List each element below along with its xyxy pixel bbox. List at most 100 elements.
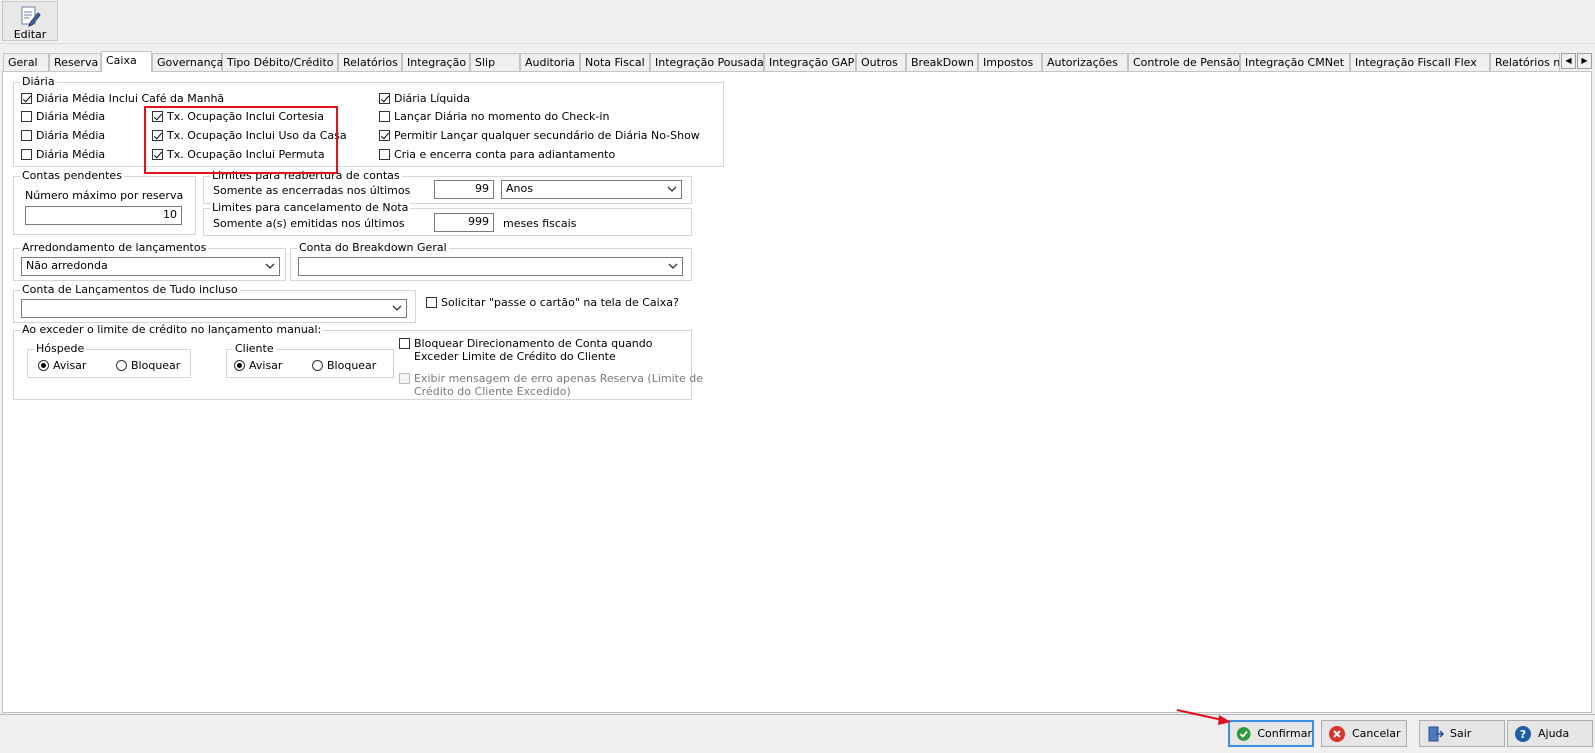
breakdown-title: Conta do Breakdown Geral: [297, 241, 449, 254]
cancel-button[interactable]: Cancelar: [1321, 720, 1407, 747]
tab-geral[interactable]: Geral: [3, 53, 49, 71]
checkbox-box[interactable]: [379, 130, 390, 141]
chevron-down-icon: [668, 263, 678, 269]
help-button[interactable]: ? Ajuda: [1507, 720, 1593, 747]
cliente-avisar-radio[interactable]: Avisar: [234, 359, 282, 372]
checkbox-box[interactable]: [21, 93, 32, 104]
chevron-down-icon: [392, 305, 402, 311]
tab-integracao-fiscall-flex[interactable]: Integração Fiscall Flex: [1350, 53, 1490, 71]
reabertura-unit-select[interactable]: Anos: [501, 180, 682, 199]
tab-governanca[interactable]: Governança: [152, 53, 223, 71]
confirm-label: Confirmar: [1257, 727, 1312, 740]
tab-scroll-left-icon[interactable]: ◀: [1561, 53, 1576, 69]
bloquear-direcionamento-checkbox[interactable]: Bloquear Direcionamento de Conta quando E…: [399, 337, 653, 363]
lancar-diaria-checkin-checkbox[interactable]: Lançar Diária no momento do Check-in: [379, 110, 609, 123]
radio-label: Bloquear: [131, 359, 181, 372]
radio-button[interactable]: [38, 360, 49, 371]
tab-nota-fiscal[interactable]: Nota Fiscal: [580, 53, 650, 71]
solicitar-cartao-checkbox[interactable]: Solicitar "passe o cartão" na tela de Ca…: [426, 296, 679, 309]
diaria-media-cafe-checkbox[interactable]: Diária Média Inclui Café da Manhã: [21, 92, 224, 105]
checkbox-label: Permitir Lançar qualquer secundário de D…: [394, 129, 700, 142]
tab-reserva[interactable]: Reserva: [49, 53, 101, 71]
numero-maximo-input[interactable]: 10: [25, 206, 182, 225]
contas-pendentes-title: Contas pendentes: [20, 169, 124, 182]
tab-controle-de-pensao[interactable]: Controle de Pensão: [1128, 53, 1240, 71]
tab-auditoria[interactable]: Auditoria: [520, 53, 580, 71]
checkbox-label: Exibir mensagem de erro apenas Reserva (…: [414, 372, 703, 398]
confirm-button[interactable]: Confirmar: [1228, 720, 1314, 747]
diaria-media-checkbox-2[interactable]: Diária Média: [21, 129, 105, 142]
cliente-bloquear-radio[interactable]: Bloquear: [312, 359, 376, 372]
radio-button[interactable]: [116, 360, 127, 371]
diaria-liquida-checkbox[interactable]: Diária Líquida: [379, 92, 470, 105]
tab-integracao-pousada[interactable]: Integração Pousada: [650, 53, 764, 71]
radio-button[interactable]: [234, 360, 245, 371]
checkbox-label: Diária Média: [36, 148, 106, 161]
checkbox-label-line1: Bloquear Direcionamento de Conta quando: [414, 337, 653, 350]
tudo-incluso-title: Conta de Lançamentos de Tudo incluso: [20, 283, 240, 296]
red-arrow-icon: [1176, 709, 1231, 725]
arredondamento-title: Arredondamento de lançamentos: [20, 241, 209, 254]
tudo-incluso-select[interactable]: [21, 299, 407, 318]
tab-strip: Geral Reserva Caixa Governança Tipo Débi…: [0, 51, 1595, 72]
checkbox-box[interactable]: [21, 111, 32, 122]
highlight-box: [144, 106, 338, 174]
reabertura-input[interactable]: 99: [434, 180, 494, 199]
checkbox-box[interactable]: [21, 130, 32, 141]
select-value: Não arredonda: [26, 259, 108, 272]
edit-button[interactable]: Editar: [2, 1, 58, 41]
tab-outros[interactable]: Outros: [856, 53, 906, 71]
checkbox-label: Bloquear Direcionamento de Conta quando E…: [414, 337, 653, 363]
checkbox-box[interactable]: [379, 149, 390, 160]
exibir-mensagem-checkbox[interactable]: Exibir mensagem de erro apenas Reserva (…: [399, 372, 703, 398]
diaria-media-checkbox-3[interactable]: Diária Média: [21, 148, 105, 161]
cancelamento-label: Somente a(s) emitidas nos últimos: [213, 217, 405, 230]
tab-caixa[interactable]: Caixa: [101, 51, 152, 72]
arredondamento-select[interactable]: Não arredonda: [21, 257, 280, 276]
tab-relatorios-nao-fiscais[interactable]: Relatórios não Fisca: [1490, 53, 1560, 71]
checkbox-box[interactable]: [426, 297, 437, 308]
checkbox-box[interactable]: [399, 338, 410, 349]
check-circle-icon: [1236, 726, 1251, 741]
radio-label: Avisar: [53, 359, 87, 372]
checkbox-box[interactable]: [379, 111, 390, 122]
tab-scroll-right-icon[interactable]: ▶: [1577, 53, 1592, 69]
help-label: Ajuda: [1538, 727, 1570, 740]
diaria-media-checkbox-1[interactable]: Diária Média: [21, 110, 105, 123]
exit-button[interactable]: Sair: [1419, 720, 1505, 747]
tab-breakdown[interactable]: BreakDown: [906, 53, 978, 71]
cria-encerra-conta-checkbox[interactable]: Cria e encerra conta para adiantamento: [379, 148, 615, 161]
tab-autorizacoes[interactable]: Autorizações: [1042, 53, 1128, 71]
checkbox-label: Cria e encerra conta para adiantamento: [394, 148, 616, 161]
tab-integracao-gap[interactable]: Integração GAP: [764, 53, 856, 71]
checkbox-box[interactable]: [21, 149, 32, 160]
tab-tipo-debito-credito[interactable]: Tipo Débito/Crédito: [222, 53, 338, 71]
checkbox-label-line1: Exibir mensagem de erro apenas Reserva (…: [414, 372, 704, 385]
checkbox-label-line2: Exceder Limite de Crédito do Cliente: [414, 350, 616, 363]
exit-label: Sair: [1450, 727, 1472, 740]
tab-integracao-cmnet[interactable]: Integração CMNet: [1240, 53, 1350, 71]
tab-slip[interactable]: Slip: [470, 53, 520, 71]
hospede-avisar-radio[interactable]: Avisar: [38, 359, 86, 372]
numero-maximo-label: Número máximo por reserva: [25, 189, 184, 202]
tab-impostos[interactable]: Impostos: [978, 53, 1042, 71]
chevron-down-icon: [265, 263, 275, 269]
radio-button[interactable]: [312, 360, 323, 371]
cancel-circle-icon: [1329, 725, 1345, 742]
limite-credito-title: Ao exceder o limite de crédito no lançam…: [20, 323, 324, 336]
breakdown-select[interactable]: [298, 257, 683, 276]
checkbox-box[interactable]: [379, 93, 390, 104]
edit-icon: [21, 6, 41, 27]
select-value: Anos: [506, 182, 533, 195]
cancelamento-input[interactable]: 999: [434, 213, 494, 232]
cancelamento-title: Limites para cancelamento de Nota: [210, 201, 411, 214]
checkbox-box[interactable]: [399, 373, 410, 384]
permitir-lancar-no-show-checkbox[interactable]: Permitir Lançar qualquer secundário de D…: [379, 129, 700, 142]
tab-integracao[interactable]: Integração: [402, 53, 470, 71]
hospede-bloquear-radio[interactable]: Bloquear: [116, 359, 180, 372]
exit-door-icon: [1428, 726, 1444, 741]
edit-label: Editar: [13, 28, 47, 41]
tab-relatorios[interactable]: Relatórios: [338, 53, 402, 71]
hospede-title: Hóspede: [34, 342, 87, 355]
checkbox-label: Diária Média: [36, 110, 106, 123]
